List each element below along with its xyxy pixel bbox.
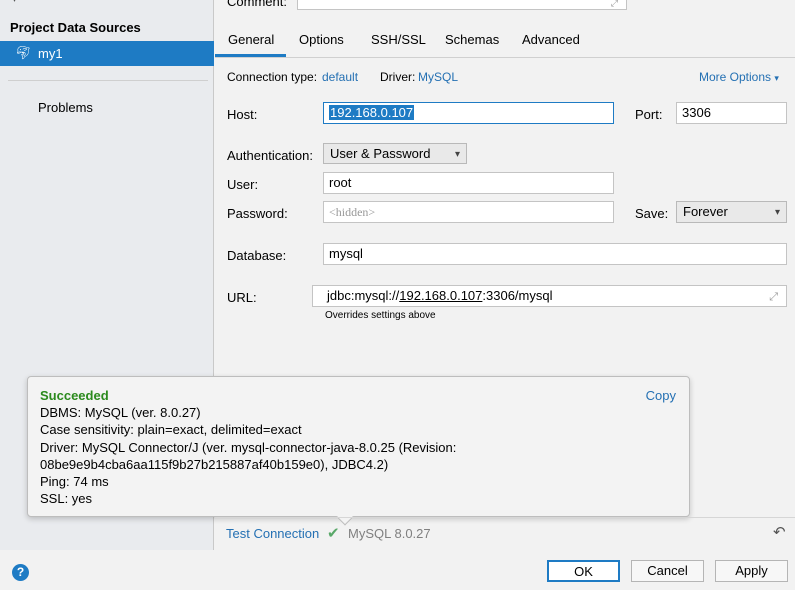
connection-type-link[interactable]: default	[322, 70, 358, 84]
comment-input[interactable]: ⤢	[297, 0, 627, 10]
popup-line: Ping: 74 ms	[40, 474, 109, 490]
url-label: URL:	[227, 290, 257, 305]
connection-type-label: Connection type:	[227, 70, 318, 84]
user-input[interactable]: root	[323, 172, 614, 194]
popup-line: Driver: MySQL Connector/J (ver. mysql-co…	[40, 439, 457, 455]
url-prefix: jdbc:mysql://	[327, 288, 400, 303]
comment-label: Comment:	[227, 0, 287, 9]
popup-line: 08be9e9b4cba6aa115f9b27b215887af40b159e0…	[40, 456, 389, 472]
port-input[interactable]: 3306	[676, 102, 787, 124]
sidebar-item-my1[interactable]: 🐬︎ my1	[0, 41, 214, 66]
password-label: Password:	[227, 206, 288, 221]
divider	[215, 517, 795, 518]
divider	[8, 80, 208, 81]
host-value: 192.168.0.107	[329, 105, 415, 120]
url-suffix: :3306/mysql	[482, 288, 553, 303]
url-hint: Overrides settings above	[325, 310, 436, 321]
more-options-label: More Options	[699, 70, 772, 84]
database-input[interactable]: mysql	[323, 243, 787, 265]
save-select[interactable]: Forever ▾	[676, 201, 787, 223]
expand-icon[interactable]: ⤢	[611, 0, 618, 11]
save-value: Forever	[683, 204, 728, 219]
expand-icon[interactable]: ⤢	[769, 289, 778, 305]
chevron-down-icon: ▾	[454, 149, 460, 160]
auth-label: Authentication:	[227, 148, 314, 163]
tab-advanced[interactable]: Advanced	[522, 32, 580, 47]
auth-select[interactable]: User & Password ▾	[323, 143, 467, 164]
ok-button[interactable]: OK	[547, 560, 620, 582]
url-host: 192.168.0.107	[399, 288, 483, 303]
sidebar-item-problems[interactable]: Problems	[38, 100, 93, 115]
tab-divider	[215, 57, 795, 58]
test-connection-link[interactable]: Test Connection	[226, 526, 319, 541]
password-input[interactable]: <hidden>	[323, 201, 614, 223]
sidebar-item-label: my1	[38, 46, 63, 61]
tab-options[interactable]: Options	[299, 32, 344, 47]
mysql-dolphin-icon: 🐬︎	[15, 45, 32, 60]
cancel-button[interactable]: Cancel	[631, 560, 704, 582]
user-label: User:	[227, 177, 259, 192]
test-result-popup: Succeeded DBMS: MySQL (ver. 8.0.27) Case…	[27, 376, 690, 517]
driver-label: Driver:	[380, 70, 416, 84]
collapse-icon[interactable]: ▾	[12, 0, 17, 5]
check-icon: ✔	[327, 525, 340, 542]
tab-general[interactable]: General	[228, 32, 274, 47]
apply-button[interactable]: Apply	[715, 560, 788, 582]
popup-line: Case sensitivity: plain=exact, delimited…	[40, 422, 302, 438]
help-icon[interactable]: ?	[12, 564, 29, 581]
popup-line: SSL: yes	[40, 491, 93, 507]
sidebar-title: Project Data Sources	[10, 20, 141, 35]
tab-ssh-ssl[interactable]: SSH/SSL	[371, 32, 426, 47]
chevron-down-icon: ▾	[774, 73, 779, 83]
db-version: MySQL 8.0.27	[348, 526, 431, 541]
port-label: Port:	[635, 107, 663, 122]
database-label: Database:	[227, 248, 287, 263]
tab-schemas[interactable]: Schemas	[445, 32, 499, 47]
status-succeeded: Succeeded	[40, 388, 109, 403]
revert-icon[interactable]: ↶	[773, 523, 786, 541]
copy-link[interactable]: Copy	[646, 387, 676, 404]
url-input[interactable]: jdbc:mysql://192.168.0.107:3306/mysql ⤢	[312, 285, 787, 307]
more-options-link[interactable]: More Options ▾	[699, 70, 779, 84]
host-input[interactable]: 192.168.0.107	[323, 102, 614, 124]
chevron-down-icon: ▾	[774, 207, 780, 218]
auth-value: User & Password	[330, 146, 431, 161]
popup-line: DBMS: MySQL (ver. 8.0.27)	[40, 405, 201, 421]
driver-link[interactable]: MySQL	[418, 70, 458, 84]
save-label: Save:	[635, 206, 669, 221]
host-label: Host:	[227, 107, 258, 122]
